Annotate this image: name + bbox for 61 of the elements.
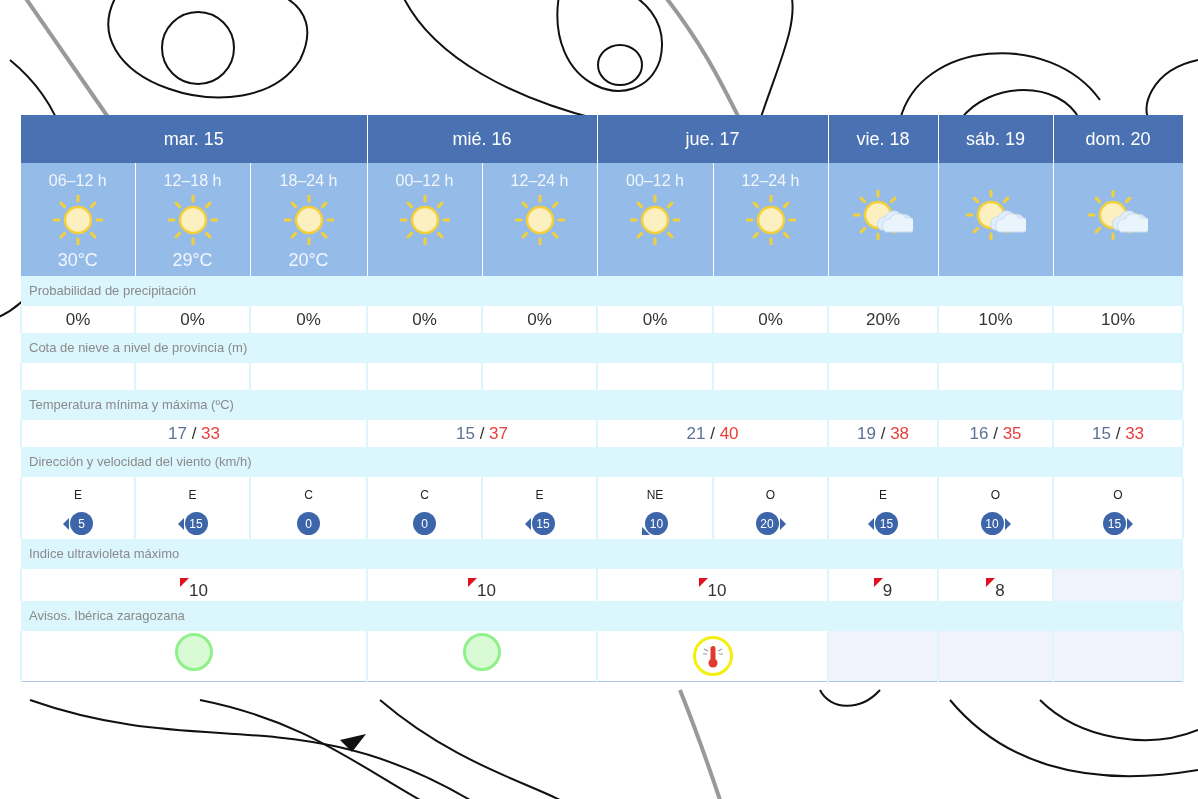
uv-value: 10 [189, 580, 208, 601]
temperature-range: 15 / 37 [456, 423, 509, 443]
period-label: 12–18 h [163, 171, 222, 191]
row-label: Dirección y velocidad del viento (km/h) [29, 454, 252, 470]
flag-icon [180, 578, 190, 587]
uv-value: 10 [707, 580, 727, 601]
temperature-range: 15 / 33 [1092, 423, 1145, 443]
precipitation-value: 0% [597, 306, 713, 333]
day-header: sáb. 19 [938, 115, 1054, 163]
wind-speed-badge: 10 [645, 512, 668, 536]
temperature-range: 19 / 38 [857, 423, 910, 443]
period-label: 00–12 h [395, 171, 454, 191]
wind-direction: C [420, 486, 429, 504]
flag-icon [698, 578, 708, 587]
temperature-range: 21 / 40 [686, 423, 739, 443]
period-label: 12–24 h [510, 171, 569, 191]
temperature-range: 17 / 33 [168, 423, 221, 443]
period-label: 12–24 h [741, 171, 800, 191]
day-header: mié. 16 [367, 115, 597, 163]
flag-icon [468, 578, 478, 587]
precipitation-value: 0% [713, 306, 829, 333]
precipitation-value: 0% [250, 306, 367, 333]
precipitation-value: 0% [21, 306, 135, 333]
wind-direction: C [304, 486, 313, 504]
period-label: 00–12 h [626, 171, 684, 191]
day-header: mar. 15 [21, 115, 367, 163]
wind-direction: E [535, 486, 544, 504]
wind-speed-badge: 0 [297, 512, 320, 536]
uv-value: 10 [477, 580, 496, 601]
temperature-text: 30°C [57, 249, 98, 272]
temperature-text: 20°C [288, 249, 329, 272]
temperature-text: 29°C [172, 249, 213, 272]
uv-value: 9 [882, 580, 893, 601]
precipitation-value: 0% [482, 306, 597, 333]
row-label: Temperatura mínima y máxima (ºC) [29, 397, 234, 413]
period-label: 18–24 h [279, 171, 338, 191]
precipitation-value: 20% [828, 306, 939, 333]
row-label: Avisos. Ibérica zaragozana [29, 608, 185, 624]
row-label: Indice ultravioleta máximo [29, 546, 180, 562]
wind-direction: E [879, 486, 888, 504]
wind-speed-badge: 0 [413, 512, 436, 536]
day-header: vie. 18 [828, 115, 939, 163]
row-label: Cota de nieve a nivel de provincia (m) [29, 340, 248, 356]
day-header: jue. 17 [597, 115, 829, 163]
period-label: 06–12 h [48, 171, 107, 191]
wind-direction: O [990, 486, 1001, 504]
precipitation-value: 10% [1053, 306, 1184, 333]
wind-direction: NE [646, 486, 664, 504]
row-label: Probabilidad de precipitación [29, 283, 196, 299]
uv-value: 8 [995, 580, 1005, 601]
day-header: dom. 20 [1053, 115, 1184, 163]
wind-direction: E [74, 486, 82, 504]
wind-direction: O [765, 486, 776, 504]
precipitation-value: 10% [938, 306, 1054, 333]
precipitation-value: 0% [135, 306, 250, 333]
wind-direction: O [1113, 486, 1123, 504]
temperature-range: 16 / 35 [969, 423, 1022, 443]
flag-icon [873, 578, 883, 587]
precipitation-value: 0% [367, 306, 482, 333]
flag-icon [986, 578, 996, 587]
wind-direction: E [188, 486, 197, 504]
